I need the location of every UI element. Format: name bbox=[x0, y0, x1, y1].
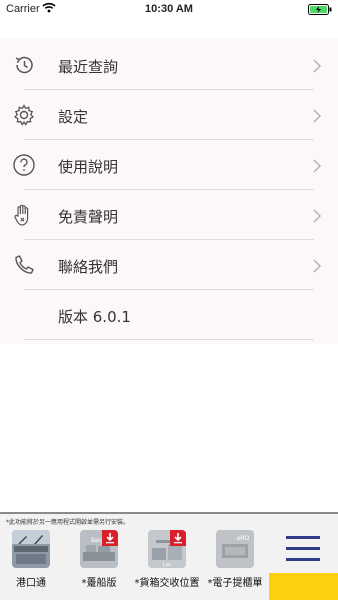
battery-icon bbox=[308, 4, 332, 18]
clock: 10:30 AM bbox=[145, 3, 193, 15]
tab-label: *躉船版 bbox=[81, 578, 117, 589]
chevron-right-icon bbox=[312, 259, 322, 273]
hamburger-line bbox=[286, 558, 320, 561]
divider bbox=[24, 339, 314, 340]
ero-thumbnail-icon: eRO bbox=[216, 530, 254, 568]
footer-note: *此功能將於另一應用程式開啟並需另行安裝。 bbox=[6, 519, 130, 526]
tab-label: *電子提櫃單 bbox=[207, 578, 263, 589]
gear-icon bbox=[12, 103, 36, 127]
history-icon bbox=[12, 53, 36, 77]
chevron-right-icon bbox=[312, 109, 322, 123]
chevron-right-icon bbox=[312, 59, 322, 73]
tab-ero-app[interactable]: eRO *電子提櫃單 bbox=[208, 528, 263, 594]
menu-item-settings[interactable]: 設定 bbox=[0, 90, 338, 140]
svg-text:Loc: Loc bbox=[163, 562, 172, 568]
status-bar: Carrier 10:30 AM bbox=[0, 0, 338, 20]
chevron-right-icon bbox=[312, 159, 322, 173]
port-thumbnail-icon bbox=[12, 530, 50, 568]
menu-item-label: 最近查詢 bbox=[58, 58, 119, 76]
version-label: 版本 6.0.1 bbox=[58, 308, 131, 326]
menu-item-contact-us[interactable]: 聯絡我們 bbox=[0, 240, 338, 290]
hand-disclaimer-icon bbox=[12, 203, 36, 227]
download-icon bbox=[170, 530, 186, 546]
menu-item-help[interactable]: 使用說明 bbox=[0, 140, 338, 190]
menu-item-label: 使用說明 bbox=[58, 158, 119, 176]
menu-item-recent-search[interactable]: 最近查詢 bbox=[0, 40, 338, 90]
chevron-right-icon bbox=[312, 209, 322, 223]
menu-item-label: 免責聲明 bbox=[58, 208, 119, 226]
menu-item-label: 設定 bbox=[58, 108, 89, 126]
tab-container-location-app[interactable]: Loc *貨箱交收位置 bbox=[135, 528, 200, 594]
tab-port-app[interactable]: 港口通 bbox=[6, 528, 54, 594]
hamburger-menu-icon[interactable] bbox=[286, 536, 320, 562]
download-icon bbox=[102, 530, 118, 546]
settings-menu: 最近查詢 設定 使用說明 免責聲明 聯絡我們 版本 6.0.1 bbox=[0, 38, 338, 344]
tab-label: *貨箱交收位置 bbox=[134, 578, 200, 589]
menu-item-label: 聯絡我們 bbox=[58, 258, 119, 276]
hamburger-line bbox=[286, 536, 320, 539]
active-tab-indicator bbox=[269, 573, 338, 600]
menu-item-version: 版本 6.0.1 bbox=[0, 290, 338, 340]
barge-thumbnail-icon: Barge bbox=[80, 530, 118, 568]
container-thumbnail-icon: Loc bbox=[148, 530, 186, 568]
hamburger-line bbox=[286, 547, 320, 550]
tab-barge-app[interactable]: Barge *躉船版 bbox=[74, 528, 122, 594]
phone-icon bbox=[12, 253, 36, 277]
menu-item-disclaimer[interactable]: 免責聲明 bbox=[0, 190, 338, 240]
help-icon bbox=[12, 153, 36, 177]
svg-text:eRO: eRO bbox=[237, 536, 250, 542]
